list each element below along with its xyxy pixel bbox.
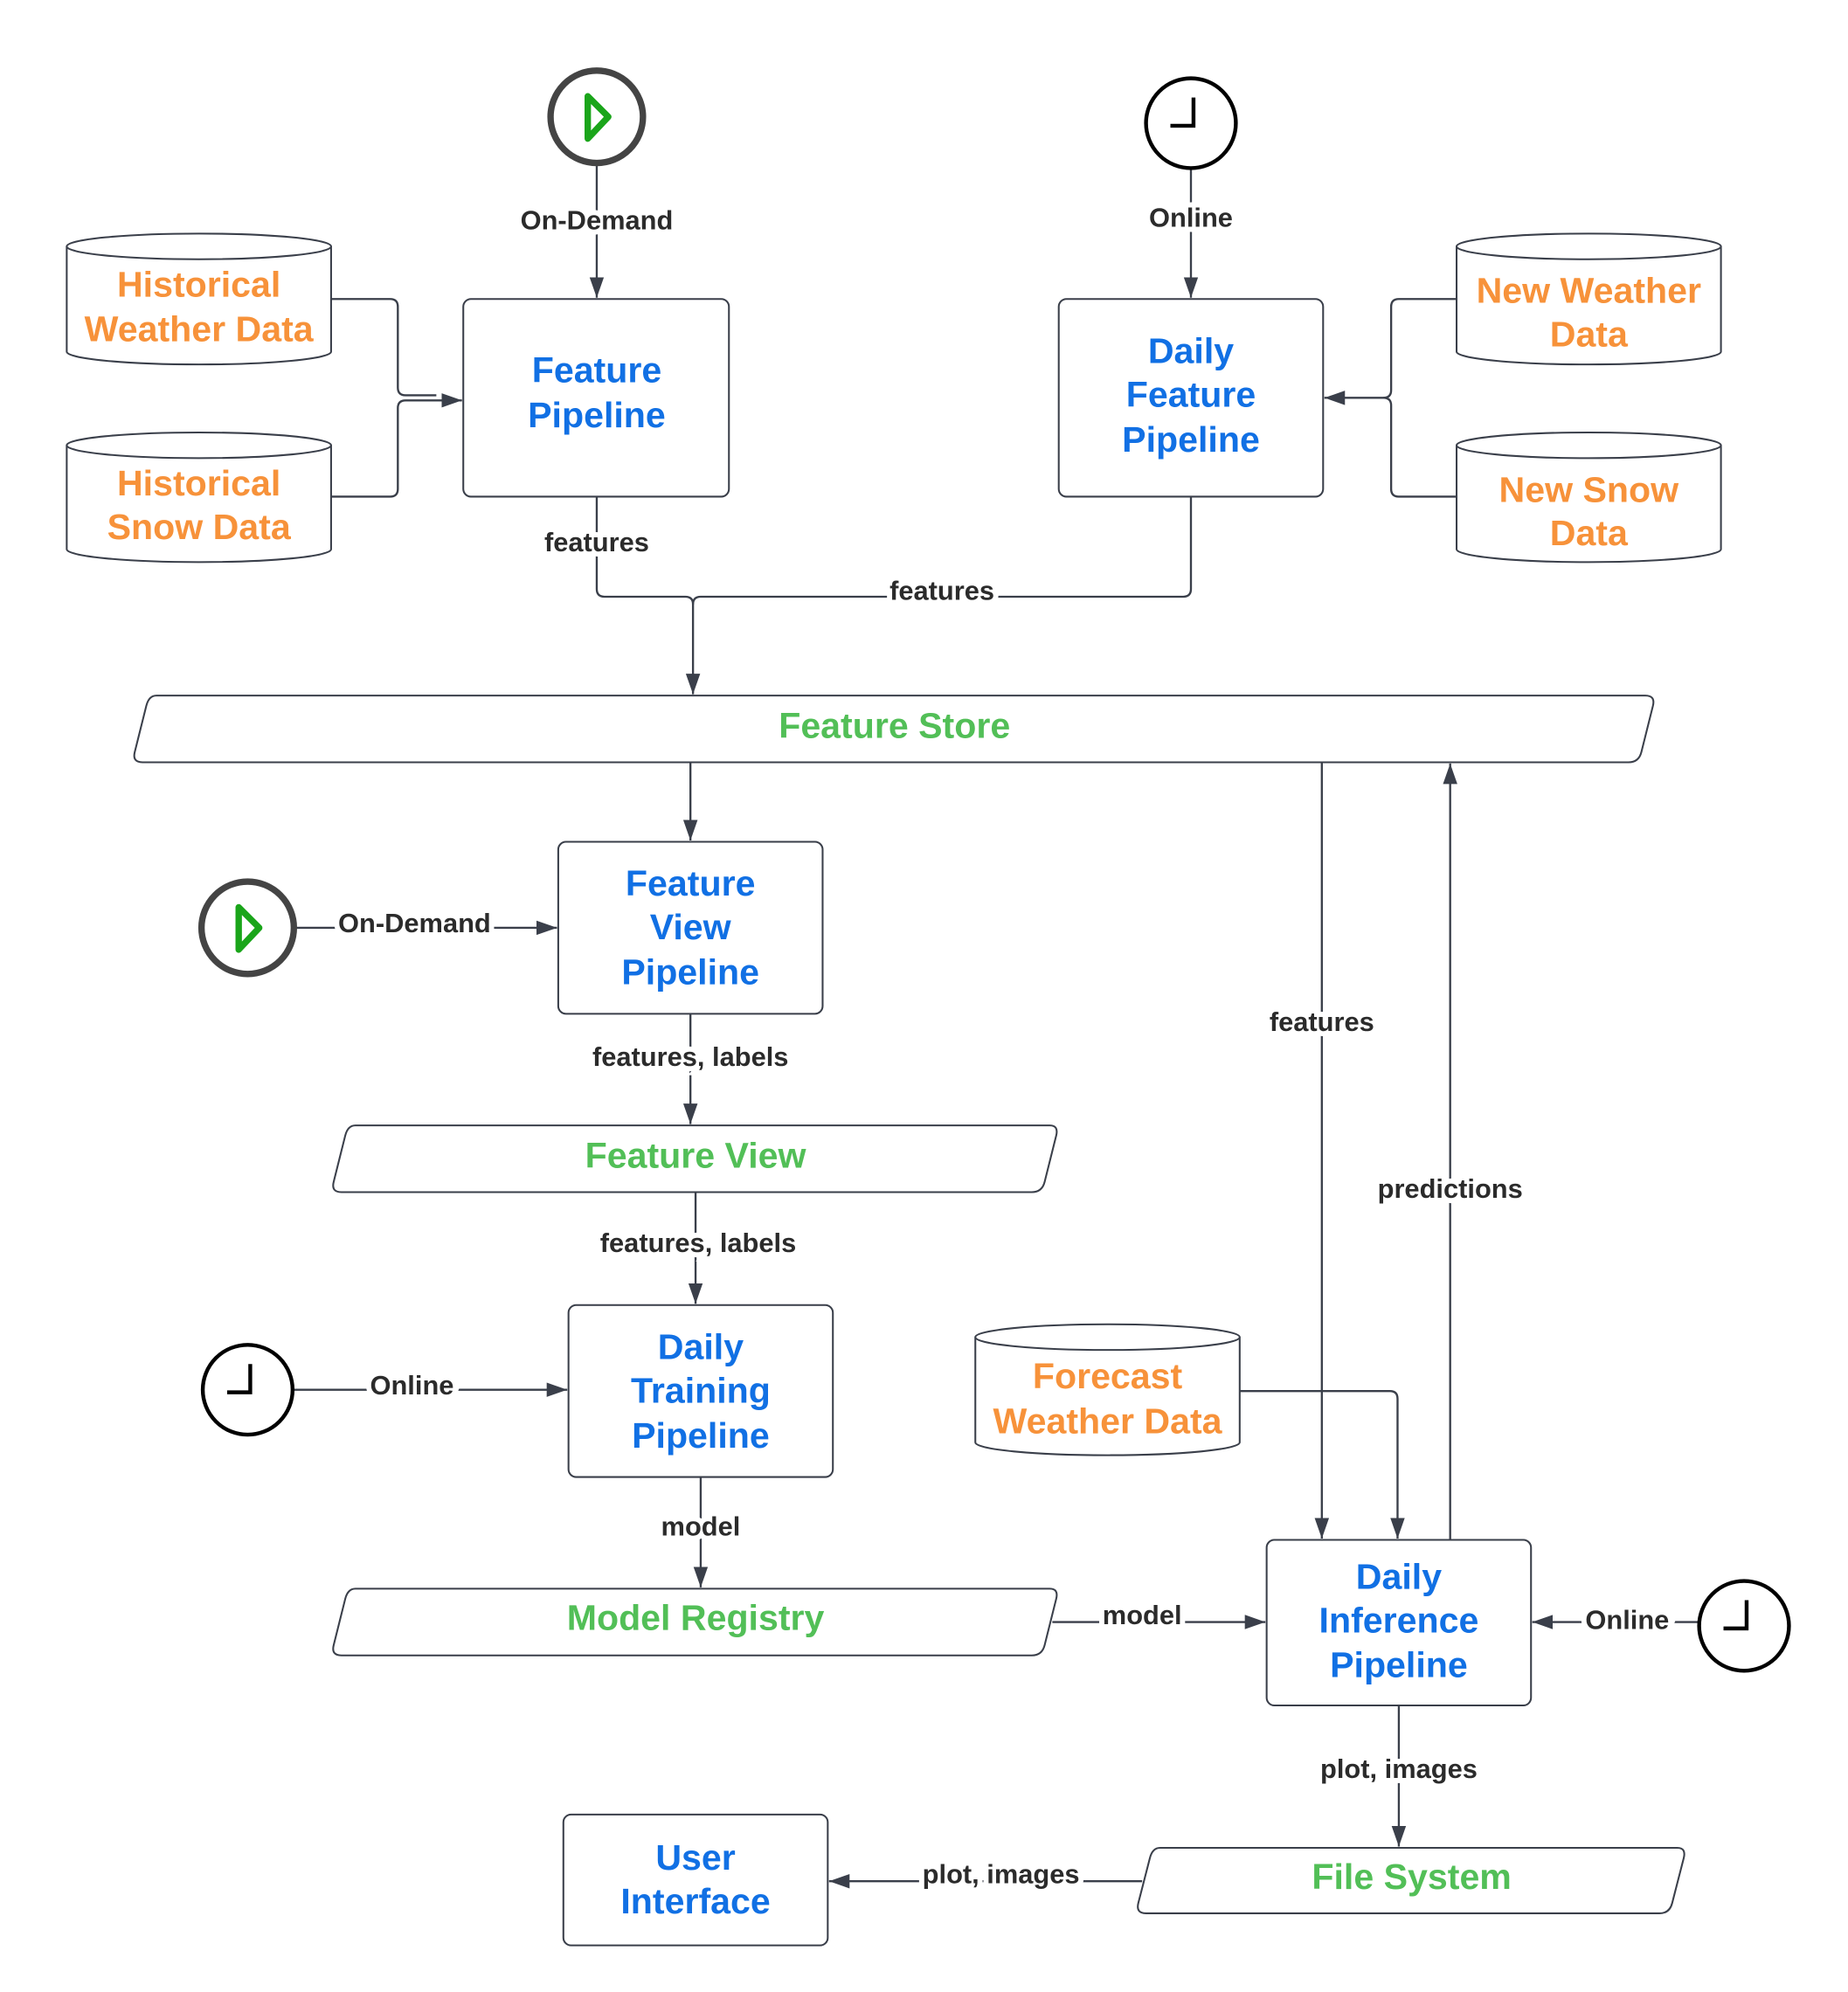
source-label: Weather Data	[85, 309, 315, 349]
edge-label: model	[1103, 1600, 1182, 1630]
online-trigger-right	[1697, 1579, 1791, 1673]
pipeline-label: Interface	[620, 1881, 770, 1921]
edge-forecast-to-inference	[1239, 1389, 1405, 1539]
store-label: Feature Store	[779, 706, 1010, 746]
feature-store[interactable]: Feature Store	[133, 695, 1655, 764]
source-new-weather: New Weather Data	[1456, 232, 1722, 366]
daily-inference-pipeline[interactable]: Daily Inference Pipeline	[1265, 1539, 1533, 1707]
edge-label: predictions	[1378, 1173, 1523, 1204]
daily-training-pipeline[interactable]: Daily Training Pipeline	[567, 1304, 834, 1478]
pipeline-label: Pipeline	[1122, 419, 1260, 460]
edge-label: Online	[370, 1370, 454, 1401]
edge-hist-weather	[330, 298, 437, 397]
pipeline-label: Feature	[626, 863, 755, 903]
source-label: Data	[1550, 513, 1629, 553]
pipeline-label: Pipeline	[632, 1415, 770, 1456]
feature-pipeline[interactable]: Feature Pipeline	[462, 298, 730, 498]
pipeline-label: Feature	[1126, 375, 1256, 415]
play-circle-icon	[197, 878, 298, 978]
edge-label: plot, images	[923, 1858, 1080, 1889]
pipeline-label: View	[650, 907, 732, 947]
source-label: Forecast	[1033, 1356, 1183, 1396]
pipeline-label: Inference	[1319, 1600, 1479, 1640]
pipeline-label: Daily	[1356, 1556, 1442, 1596]
feature-view-pipeline[interactable]: Feature View Pipeline	[557, 840, 824, 1015]
play-circle-icon	[547, 67, 647, 167]
source-historical-snow: Historical Snow Data	[66, 431, 332, 564]
source-label: Historical	[117, 463, 280, 503]
daily-feature-pipeline[interactable]: Daily Feature Pipeline	[1057, 298, 1325, 498]
pipeline-label: Feature	[532, 350, 661, 391]
edge-label: features	[889, 576, 994, 606]
on-demand-trigger-left	[197, 878, 298, 978]
clock-icon	[200, 1343, 295, 1437]
edge-label: features	[544, 527, 649, 557]
clock-icon	[1144, 76, 1238, 170]
pipeline-label: Pipeline	[528, 395, 666, 435]
source-label: New Snow	[1499, 469, 1680, 509]
source-label: Weather Data	[993, 1401, 1223, 1442]
edge-label: features	[1270, 1006, 1374, 1037]
pipeline-label: Daily	[1148, 331, 1234, 371]
source-historical-weather: Historical Weather Data	[66, 232, 332, 366]
store-label: Feature View	[585, 1136, 807, 1176]
edge-label: plot, images	[1320, 1753, 1478, 1784]
source-new-snow: New Snow Data	[1456, 431, 1722, 564]
edge-label: features, labels	[600, 1228, 796, 1258]
source-label: Snow Data	[107, 507, 292, 547]
user-interface[interactable]: User Interface	[562, 1813, 829, 1947]
source-forecast-weather: Forecast Weather Data	[974, 1323, 1241, 1456]
feature-view[interactable]: Feature View	[332, 1124, 1058, 1193]
pipeline-label: Pipeline	[621, 952, 759, 993]
edge-label: model	[661, 1511, 741, 1541]
edge-new-weather	[1383, 298, 1457, 399]
pipeline-label: Daily	[658, 1326, 744, 1366]
pipeline-label: Training	[631, 1370, 771, 1410]
model-registry[interactable]: Model Registry	[332, 1587, 1058, 1657]
source-label: New Weather	[1477, 271, 1701, 311]
store-label: File System	[1312, 1857, 1511, 1897]
edge-label: On-Demand	[521, 204, 674, 235]
ml-pipeline-diagram: On-Demand Online features features On-De…	[66, 67, 1791, 1947]
pipeline-label: User	[655, 1837, 735, 1878]
edge-label: On-Demand	[338, 908, 491, 938]
file-system[interactable]: File System	[1137, 1847, 1685, 1914]
online-trigger-top	[1144, 76, 1238, 170]
pipeline-label: Pipeline	[1330, 1645, 1468, 1685]
edge-new-snow	[1324, 391, 1457, 498]
edge-hist-snow	[330, 393, 462, 498]
edge-label: Online	[1585, 1605, 1669, 1636]
source-label: Historical	[117, 264, 280, 304]
on-demand-trigger-top	[547, 67, 647, 167]
online-trigger-left	[200, 1343, 295, 1437]
source-label: Data	[1550, 315, 1629, 355]
edge-label: Online	[1149, 202, 1233, 232]
store-label: Model Registry	[567, 1597, 825, 1637]
clock-icon	[1697, 1579, 1791, 1673]
edge-label: features, labels	[592, 1041, 788, 1072]
